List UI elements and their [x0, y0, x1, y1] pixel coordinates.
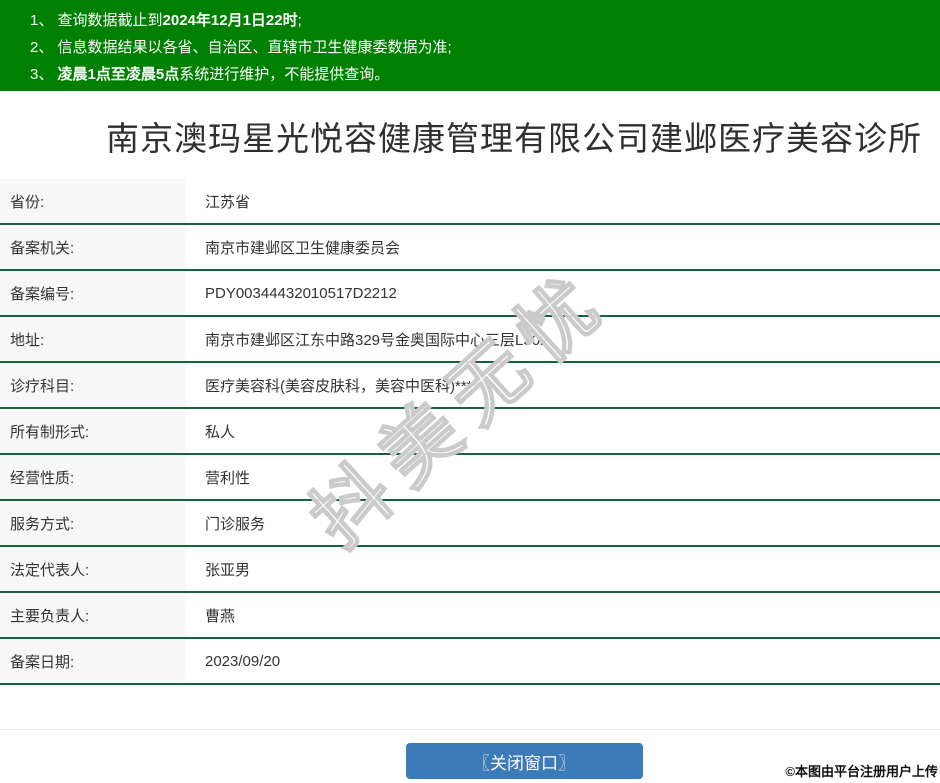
field-value: 曹燕	[205, 607, 236, 625]
table-row-province: 省份: 江苏省	[0, 179, 940, 225]
notice-text: 1、 查询数据截止到	[30, 12, 163, 29]
field-label: 省份:	[0, 179, 185, 223]
table-row-address: 地址: 南京市建邺区江东中路329号金奥国际中心三层L302	[0, 317, 940, 363]
notice-line-3: 3、 凌晨1点至凌晨5点系统进行维护，不能提供查询。	[30, 61, 930, 88]
field-value: 私人	[205, 423, 236, 441]
field-label: 所有制形式:	[0, 409, 185, 453]
table-row-main-person-in-charge: 主要负责人: 曹燕	[0, 593, 940, 639]
notice-banner: 1、 查询数据截止到2024年12月1日22时; 2、 信息数据结果以各省、自治…	[0, 0, 940, 91]
close-window-button[interactable]: 〖关闭窗口〗	[405, 743, 643, 779]
notice-text: 系统进行维护，不能提供查询。	[179, 66, 390, 83]
field-label: 地址:	[0, 317, 185, 361]
record-table: 省份: 江苏省 备案机关: 南京市建邺区卫生健康委员会 备案编号: PDY003…	[0, 179, 940, 685]
notice-line-2: 2、 信息数据结果以各省、自治区、直辖市卫生健康委数据为准;	[30, 34, 930, 61]
field-value: 医疗美容科(美容皮肤科，美容中医科)******	[205, 377, 491, 395]
field-value: 张亚男	[205, 561, 251, 579]
field-value: 南京市建邺区卫生健康委员会	[205, 239, 401, 257]
field-label: 备案机关:	[0, 225, 185, 269]
notice-text: 2、 信息数据结果以各省、自治区、直辖市卫生健康委数据为准;	[30, 39, 452, 56]
field-value: 江苏省	[205, 193, 251, 211]
notice-text: 3、	[30, 66, 58, 83]
table-row-service-mode: 服务方式: 门诊服务	[0, 501, 940, 547]
field-value: 营利性	[205, 469, 251, 487]
table-row-ownership-form: 所有制形式: 私人	[0, 409, 940, 455]
notice-bold-text: 凌晨1点至凌晨5点	[57, 66, 180, 83]
notice-text: ;	[297, 12, 302, 29]
table-row-filing-number: 备案编号: PDY00344432010517D2212	[0, 271, 940, 317]
field-label: 诊疗科目:	[0, 363, 185, 407]
upload-credit-watermark: ©本图由平台注册用户上传	[785, 764, 938, 779]
field-value: 南京市建邺区江东中路329号金奥国际中心三层L302	[205, 331, 549, 349]
table-row-treatment-subjects: 诊疗科目: 医疗美容科(美容皮肤科，美容中医科)******	[0, 363, 940, 409]
field-label: 备案编号:	[0, 271, 185, 315]
table-row-filing-date: 备案日期: 2023/09/20	[0, 639, 940, 685]
table-row-filing-authority: 备案机关: 南京市建邺区卫生健康委员会	[0, 225, 940, 271]
field-label: 主要负责人:	[0, 593, 185, 637]
field-label: 法定代表人:	[0, 547, 185, 591]
field-value: 2023/09/20	[205, 652, 281, 670]
field-label: 服务方式:	[0, 501, 185, 545]
field-value: PDY00344432010517D2212	[205, 284, 397, 302]
field-value: 门诊服务	[205, 515, 266, 533]
page-title: 南京澳玛星光悦容健康管理有限公司建邺医疗美容诊所	[106, 120, 922, 157]
field-label: 备案日期:	[0, 639, 185, 683]
field-label: 经营性质:	[0, 455, 185, 499]
notice-line-1: 1、 查询数据截止到2024年12月1日22时;	[30, 7, 930, 34]
notice-bold-text: 2024年12月1日22时	[162, 12, 298, 29]
table-row-business-nature: 经营性质: 营利性	[0, 455, 940, 501]
table-row-legal-representative: 法定代表人: 张亚男	[0, 547, 940, 593]
